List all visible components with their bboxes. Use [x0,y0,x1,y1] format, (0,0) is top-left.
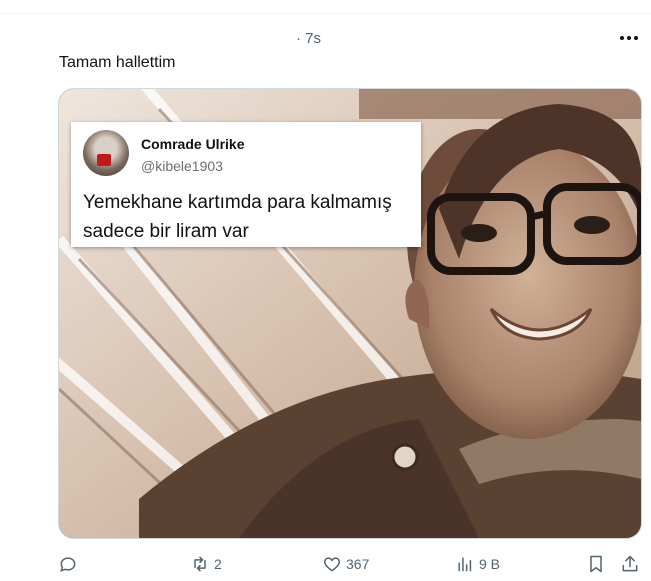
avatar [83,130,129,176]
views-count: 9 B [479,556,501,572]
more-horizontal-icon [620,36,624,40]
bookmark-icon [590,555,602,573]
post-image[interactable]: Comrade Ulrike @kibele1903 Yemekhane kar… [58,88,642,539]
post-text: Tamam hallettim [59,54,176,71]
views-button[interactable]: 9 B [455,552,500,576]
views-icon [458,557,472,572]
like-button[interactable]: 367 [322,552,369,576]
quoted-author-name: Comrade Ulrike [141,136,245,152]
flag-icon [97,154,111,166]
heart-icon [323,557,341,572]
quoted-tweet-card: Comrade Ulrike @kibele1903 Yemekhane kar… [71,122,421,247]
reply-button[interactable] [58,552,82,576]
retweet-button[interactable]: 2 [190,552,222,576]
bookmark-button[interactable] [586,552,606,576]
post-timestamp[interactable]: · 7s [296,30,321,47]
like-count: 367 [346,556,370,572]
quoted-author-handle: @kibele1903 [141,158,223,174]
retweet-count: 2 [214,556,222,572]
more-options-button[interactable] [612,26,646,50]
action-bar: 2 367 9 B [0,552,651,576]
reply-icon [60,557,76,572]
share-button[interactable] [620,552,640,576]
share-icon [622,555,638,572]
top-divider [0,13,651,14]
quoted-tweet-text: Yemekhane kartımda para kalmamış sadece … [83,192,392,242]
retweet-icon [194,556,206,572]
